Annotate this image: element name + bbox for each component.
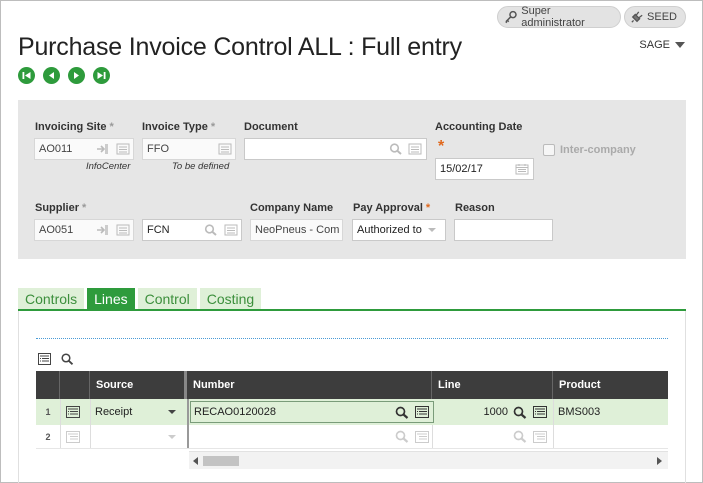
scroll-left-icon[interactable] [193, 457, 198, 465]
document-field[interactable] [244, 138, 427, 160]
goto-icon[interactable] [96, 143, 110, 155]
goto-icon[interactable] [96, 224, 110, 236]
search-icon[interactable] [513, 399, 529, 425]
user-label: Super administrator [521, 5, 585, 29]
detail-icon[interactable] [408, 143, 422, 155]
detail-icon[interactable] [415, 425, 431, 448]
section-divider [36, 338, 668, 339]
grid-search-icon[interactable] [61, 353, 74, 365]
line-cell[interactable] [466, 425, 508, 448]
horizontal-scrollbar[interactable] [189, 451, 668, 469]
folder-button[interactable]: SEED [624, 6, 686, 28]
supplier-type-field[interactable]: FCN [142, 219, 242, 241]
search-icon[interactable] [395, 425, 411, 448]
grid-settings-icon[interactable] [38, 353, 51, 365]
line-cell[interactable]: 1000 [466, 399, 508, 425]
product-cell[interactable] [558, 425, 658, 448]
supplier-label: Supplier * [35, 202, 87, 214]
column-header-product[interactable]: Product [553, 371, 668, 399]
tab-controls[interactable]: Controls [18, 288, 85, 309]
inter-company-label: Inter-company [560, 144, 636, 156]
first-icon [22, 72, 31, 79]
column-header-line[interactable]: Line [432, 371, 553, 399]
row-detail-icon[interactable] [66, 399, 86, 425]
table-row[interactable]: 1 Receipt RECAO0120028 1000 BMS003 [36, 399, 668, 425]
number-cell[interactable] [194, 425, 374, 448]
last-icon [97, 72, 106, 79]
folder-label: SEED [647, 11, 677, 23]
invoicing-site-label: Invoicing Site * [35, 121, 114, 133]
user-menu-button[interactable]: Super administrator [497, 5, 621, 29]
search-icon[interactable] [204, 224, 218, 236]
section-tabs: Controls Lines Control Costing [18, 288, 262, 309]
row-detail-icon[interactable] [66, 425, 86, 448]
next-icon [74, 72, 79, 79]
company-name-label: Company Name [250, 202, 334, 214]
company-name-field[interactable]: NeoPneus - Com [250, 219, 343, 241]
pay-approval-label: Pay Approval * [353, 202, 431, 214]
search-icon[interactable] [513, 425, 529, 448]
first-record-button[interactable] [18, 67, 35, 84]
reason-field[interactable] [454, 219, 553, 241]
last-record-button[interactable] [93, 67, 110, 84]
pay-approval-select[interactable]: Authorized to [352, 219, 446, 241]
calendar-icon[interactable] [515, 163, 529, 175]
next-record-button[interactable] [68, 67, 85, 84]
grid-toolbar [38, 353, 74, 365]
scroll-right-icon[interactable] [657, 457, 662, 465]
search-icon[interactable] [395, 399, 411, 425]
invoice-type-description: To be defined [172, 161, 230, 172]
document-label: Document [244, 121, 298, 133]
inter-company-checkbox[interactable] [543, 144, 555, 156]
accounting-date-label: Accounting Date [435, 121, 523, 133]
column-header-source[interactable]: Source [90, 371, 187, 399]
row-number-header [36, 371, 60, 399]
record-navigation [18, 67, 110, 84]
product-cell[interactable]: BMS003 [558, 399, 658, 425]
invoicing-site-field[interactable]: AO011 [34, 138, 134, 160]
detail-icon[interactable] [116, 224, 130, 236]
required-marker: * [438, 138, 445, 155]
previous-icon [49, 72, 54, 79]
sage-menu-label: SAGE [639, 39, 670, 51]
dropdown-arrow-icon[interactable] [167, 399, 179, 425]
dropdown-arrow-icon[interactable] [167, 425, 179, 448]
previous-record-button[interactable] [43, 67, 60, 84]
row-number: 1 [45, 407, 51, 417]
column-header-number[interactable]: Number [187, 371, 432, 399]
table-row[interactable]: 2 [36, 425, 668, 449]
number-cell[interactable]: RECAO0120028 [194, 399, 374, 425]
sage-menu[interactable]: SAGE [639, 39, 685, 51]
page-title: Purchase Invoice Control ALL : Full entr… [18, 33, 462, 61]
invoice-type-label: Invoice Type * [142, 121, 216, 133]
scrollbar-thumb[interactable] [203, 456, 239, 466]
row-action-header [60, 371, 90, 399]
source-cell[interactable]: Receipt [95, 399, 165, 425]
search-icon[interactable] [389, 143, 403, 155]
detail-icon[interactable] [218, 143, 232, 155]
caret-down-icon [675, 42, 685, 48]
invoicing-site-description: InfoCenter [86, 161, 131, 172]
plug-icon [631, 11, 643, 23]
detail-icon[interactable] [533, 399, 549, 425]
tab-control[interactable]: Control [137, 288, 197, 309]
reason-label: Reason [455, 202, 495, 214]
detail-icon[interactable] [415, 399, 431, 425]
tab-lines[interactable]: Lines [87, 288, 135, 309]
supplier-field[interactable]: AO051 [34, 219, 134, 241]
detail-icon[interactable] [116, 143, 130, 155]
row-number: 2 [45, 431, 51, 442]
detail-icon[interactable] [533, 425, 549, 448]
source-cell[interactable] [95, 425, 165, 448]
detail-icon[interactable] [224, 224, 238, 236]
accounting-date-field[interactable]: 15/02/17 [435, 158, 534, 180]
dropdown-arrow-icon [428, 228, 436, 232]
tab-costing[interactable]: Costing [199, 288, 262, 309]
key-icon [505, 10, 517, 24]
invoice-type-field[interactable]: FFO [142, 138, 236, 160]
